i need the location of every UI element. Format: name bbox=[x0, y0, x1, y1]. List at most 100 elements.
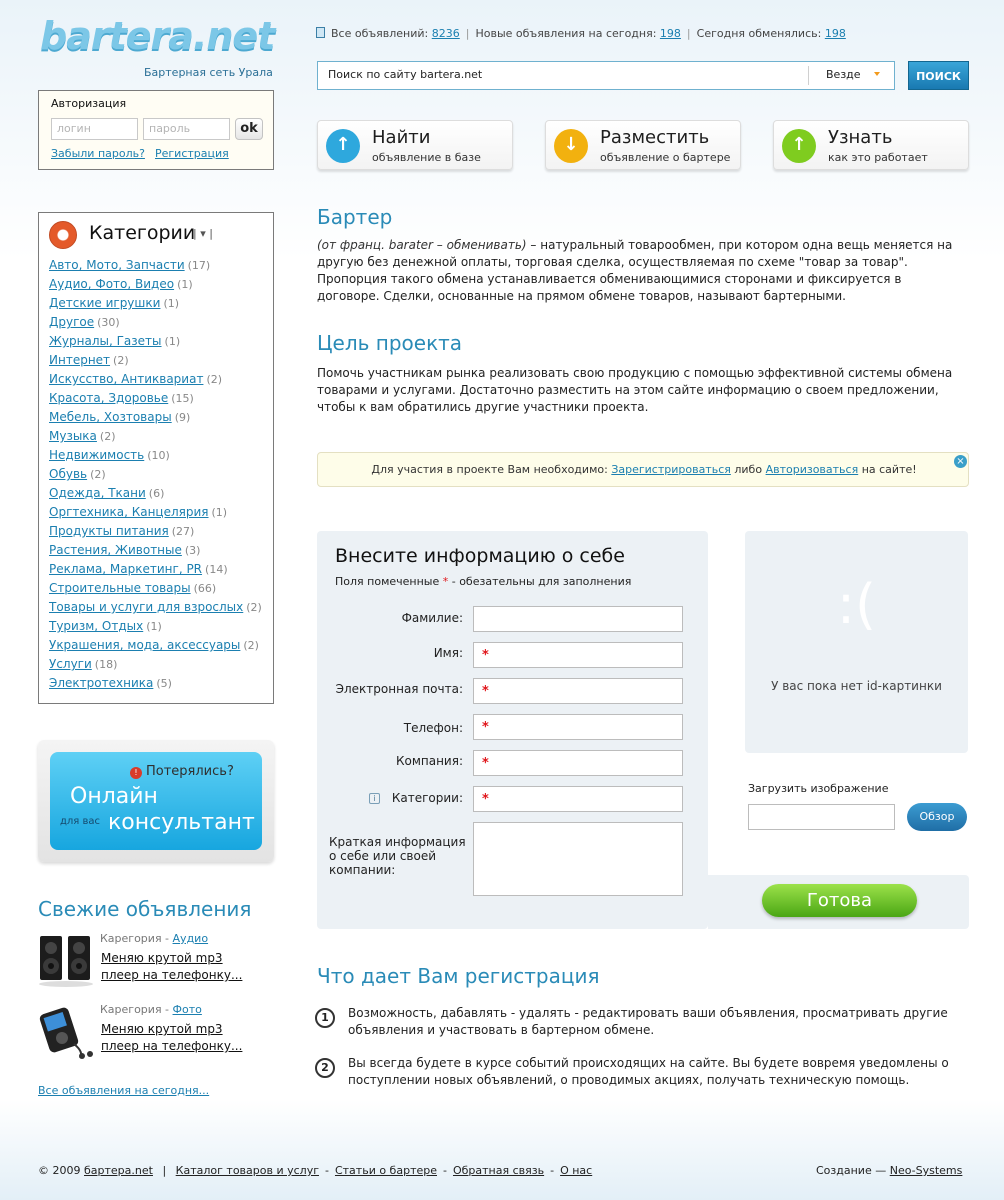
upload-file-field[interactable] bbox=[748, 804, 895, 830]
chevron-down-icon[interactable] bbox=[874, 72, 880, 76]
footer-site-link[interactable]: бартера.net bbox=[84, 1164, 153, 1177]
browse-button[interactable]: Обзор bbox=[907, 803, 967, 831]
notice-login-link[interactable]: Авторизоваться bbox=[766, 463, 859, 476]
registration-form: Внесите информацию о себе Поля помеченны… bbox=[317, 531, 708, 929]
post-button[interactable]: ↓ Разместить объявление о бартере bbox=[545, 120, 741, 170]
category-count: (1) bbox=[164, 335, 181, 348]
category-link[interactable]: Растения, Животные bbox=[49, 543, 182, 557]
category-link[interactable]: Красота, Здоровье bbox=[49, 391, 168, 405]
category-link[interactable]: Туризм, Отдых bbox=[49, 619, 143, 633]
category-count: (5) bbox=[156, 677, 172, 690]
ad-category-link[interactable]: Аудио bbox=[173, 932, 209, 945]
chevron-down-icon[interactable]: | ▾ | bbox=[193, 227, 213, 240]
search-scope-select[interactable]: Везде bbox=[826, 68, 861, 81]
footer-links: © 2009 бартера.net | Каталог товаров и у… bbox=[38, 1164, 593, 1177]
category-link[interactable]: Реклама, Маркетинг, PR bbox=[49, 562, 202, 576]
notice-suffix: на сайте! bbox=[858, 463, 917, 476]
category-item: Мебель, Хозтовары (9) bbox=[49, 409, 262, 428]
category-link[interactable]: Украшения, мода, аксессуары bbox=[49, 638, 240, 652]
search-bar: Поиск по сайту bartera.net Везде bbox=[317, 61, 895, 90]
lastname-label: Фамилие: bbox=[401, 611, 463, 625]
category-link[interactable]: Мебель, Хозтовары bbox=[49, 410, 172, 424]
number-2-icon: 2 bbox=[315, 1058, 335, 1078]
benefits-title: Что дает Вам регистрация bbox=[317, 964, 600, 988]
online-consultant-banner[interactable]: ! Потерялись? Онлайн для вас консультант bbox=[38, 740, 274, 862]
learn-button[interactable]: ↑ Узнать как это работает bbox=[773, 120, 969, 170]
register-link[interactable]: Регистрация bbox=[155, 147, 229, 160]
forgot-password-link[interactable]: Забыли пароль? bbox=[51, 147, 145, 160]
category-link[interactable]: Обувь bbox=[49, 467, 87, 481]
password-input[interactable]: пароль bbox=[143, 118, 230, 140]
find-button[interactable]: ↑ Найти объявление в базе bbox=[317, 120, 513, 170]
category-link[interactable]: Товары и услуги для взрослых bbox=[49, 600, 243, 614]
speakers-image[interactable] bbox=[38, 932, 96, 988]
email-label: Электронная почта: bbox=[335, 682, 463, 696]
category-link[interactable]: Музыка bbox=[49, 429, 97, 443]
login-input[interactable]: логин bbox=[51, 118, 138, 140]
search-input[interactable]: Поиск по сайту bartera.net bbox=[328, 68, 482, 81]
category-link[interactable]: Одежда, Ткани bbox=[49, 486, 146, 500]
category-link[interactable]: Продукты питания bbox=[49, 524, 169, 538]
category-item: Растения, Животные (3) bbox=[49, 542, 262, 561]
search-button[interactable]: ПОИСК bbox=[908, 61, 969, 90]
email-field[interactable]: * bbox=[473, 678, 683, 704]
footer-credits: Создание — Neo-Systems bbox=[816, 1164, 962, 1177]
category-link[interactable]: Интернет bbox=[49, 353, 110, 367]
category-link[interactable]: Электротехника bbox=[49, 676, 153, 690]
category-count: (14) bbox=[205, 563, 228, 576]
ad-title-link[interactable]: Меняю крутой mp3 плеер на телефонку... bbox=[101, 1021, 242, 1055]
company-label: Компания: bbox=[395, 754, 463, 768]
ad-category-link[interactable]: Фото bbox=[173, 1003, 202, 1016]
ad-title-line: плеер на телефонку... bbox=[101, 1039, 243, 1053]
category-link[interactable]: Детские игрушки bbox=[49, 296, 160, 310]
stats-total-label: Все объявлений: bbox=[331, 27, 429, 40]
company-field[interactable]: * bbox=[473, 750, 683, 776]
footer-feedback-link[interactable]: Обратная связь bbox=[453, 1164, 544, 1177]
category-link[interactable]: Искусство, Антиквариат bbox=[49, 372, 203, 386]
category-item: Реклама, Маркетинг, PR (14) bbox=[49, 561, 262, 580]
firstname-field[interactable]: * bbox=[473, 642, 683, 668]
category-count: (15) bbox=[171, 392, 194, 405]
consultant-lost-label: Потерялись? bbox=[146, 764, 234, 779]
phone-field[interactable]: * bbox=[473, 714, 683, 740]
ad-title-link[interactable]: Меняю крутой mp3 плеер на телефонку... bbox=[101, 950, 242, 984]
about-textarea[interactable] bbox=[473, 822, 683, 896]
category-link[interactable]: Строительные товары bbox=[49, 581, 191, 595]
all-ads-link[interactable]: Все объявления на сегодня... bbox=[38, 1084, 209, 1097]
site-logo[interactable]: bartera.net bbox=[40, 14, 275, 58]
id-picture-message: У вас пока нет id-картинки bbox=[771, 679, 942, 693]
notice-register-link[interactable]: Зарегистрироваться bbox=[611, 463, 731, 476]
categories-field[interactable]: * bbox=[473, 786, 683, 812]
ad-category-prefix: Карегория - bbox=[100, 932, 173, 945]
category-link[interactable]: Недвижимость bbox=[49, 448, 144, 462]
stats-new-link[interactable]: 198 bbox=[660, 27, 681, 40]
category-item: Интернет (2) bbox=[49, 352, 262, 371]
notice-text: Для участия в проекте Вам необходимо: За… bbox=[318, 463, 970, 476]
credits-link[interactable]: Neo-Systems bbox=[890, 1164, 963, 1177]
category-link[interactable]: Оргтехника, Канцелярия bbox=[49, 505, 209, 519]
stats-exchanged-link[interactable]: 198 bbox=[825, 27, 846, 40]
submit-button[interactable]: Готова bbox=[762, 884, 917, 917]
category-link[interactable]: Услуги bbox=[49, 657, 92, 671]
form-note-suffix: - обезательны для заполнения bbox=[448, 575, 632, 588]
stats-total-link[interactable]: 8236 bbox=[432, 27, 460, 40]
benefit-item: Вы всегда будете в курсе событий происхо… bbox=[348, 1056, 949, 1087]
barter-etymology: (от франц. barater – обменивать) bbox=[317, 238, 527, 252]
id-picture-panel: :( У вас пока нет id-картинки bbox=[745, 531, 968, 753]
footer-articles-link[interactable]: Статьи о бартере bbox=[335, 1164, 437, 1177]
category-link[interactable]: Авто, Мото, Запчасти bbox=[49, 258, 185, 272]
category-link[interactable]: Журналы, Газеты bbox=[49, 334, 162, 348]
sad-face-icon: :( bbox=[836, 573, 877, 636]
close-icon[interactable]: × bbox=[954, 455, 967, 468]
category-item: Недвижимость (10) bbox=[49, 447, 262, 466]
footer-catalog-link[interactable]: Каталог товаров и услуг bbox=[176, 1164, 319, 1177]
upload-label: Загрузить изображение bbox=[748, 782, 889, 795]
required-mark: * bbox=[482, 684, 489, 699]
lastname-field[interactable] bbox=[473, 606, 683, 632]
mp3-player-image[interactable] bbox=[38, 1004, 96, 1060]
category-link[interactable]: Другое bbox=[49, 315, 94, 329]
footer-about-link[interactable]: О нас bbox=[560, 1164, 592, 1177]
category-link[interactable]: Аудио, Фото, Видео bbox=[49, 277, 174, 291]
login-submit-button[interactable]: ok bbox=[235, 118, 263, 140]
arrow-up-icon: ↑ bbox=[782, 129, 816, 163]
